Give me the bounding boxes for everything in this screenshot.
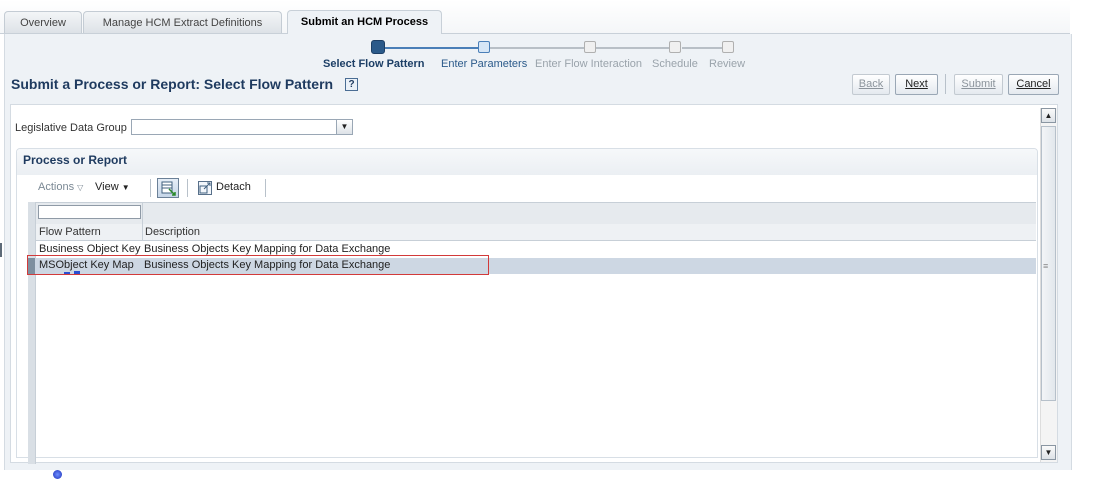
freeze-columns-icon[interactable] xyxy=(157,178,179,198)
view-menu[interactable]: View ▼ xyxy=(95,181,130,193)
section-title: Process or Report xyxy=(23,153,128,167)
train-label-select-flow-pattern[interactable]: Select Flow Pattern xyxy=(323,58,424,70)
description-cell: Business Objects Key Mapping for Data Ex… xyxy=(144,243,391,255)
toolbar-separator xyxy=(187,179,188,197)
tab-overview[interactable]: Overview xyxy=(4,11,82,33)
view-label: View xyxy=(95,181,119,193)
train-stop-select-flow-pattern[interactable] xyxy=(371,40,385,54)
train-label-enter-parameters[interactable]: Enter Parameters xyxy=(441,58,527,70)
train-stop-schedule xyxy=(669,41,681,53)
train-label-enter-flow-interaction: Enter Flow Interaction xyxy=(535,58,642,70)
section-header xyxy=(17,149,1037,175)
train-stop-enter-parameters[interactable] xyxy=(478,41,490,53)
column-header-flow-pattern[interactable]: Flow Pattern xyxy=(39,226,101,238)
detach-icon[interactable] xyxy=(198,181,212,195)
train-stop-enter-flow-interaction xyxy=(584,41,596,53)
actions-label: Actions xyxy=(38,181,75,193)
toolbar-separator xyxy=(265,179,266,197)
train-label-review: Review xyxy=(709,58,746,70)
freeze-glyph-icon xyxy=(161,181,176,196)
tab-manage-hcm-extract-definitions[interactable]: Manage HCM Extract Definitions xyxy=(83,11,282,33)
chevron-down-icon[interactable]: ▼ xyxy=(336,120,352,134)
submit-button[interactable]: Submit xyxy=(954,74,1003,95)
toolbar-separator xyxy=(150,179,151,197)
scroll-down-icon[interactable]: ▼ xyxy=(1041,445,1056,460)
splitter-handle[interactable] xyxy=(0,243,2,257)
tab-submit-hcm-process[interactable]: Submit an HCM Process xyxy=(287,10,442,34)
back-button[interactable]: Back xyxy=(852,74,890,95)
dropdown-arrow-icon: ▽ xyxy=(77,183,84,192)
train-connector xyxy=(490,47,590,49)
column-separator xyxy=(142,202,143,240)
scroll-up-icon[interactable]: ▲ xyxy=(1041,108,1056,123)
status-indicator-icon xyxy=(53,470,62,479)
train-connector xyxy=(596,47,676,49)
detach-glyph-icon xyxy=(199,182,211,194)
detach-button[interactable]: Detach xyxy=(216,181,251,193)
help-icon[interactable]: ? xyxy=(345,78,358,91)
column-header-description[interactable]: Description xyxy=(145,226,200,238)
flow-pattern-filter-input[interactable] xyxy=(38,205,141,219)
cursor-mark xyxy=(64,272,70,274)
legislative-data-group-label: Legislative Data Group xyxy=(15,122,127,134)
dropdown-arrow-icon: ▼ xyxy=(121,183,130,192)
train-label-schedule: Schedule xyxy=(652,58,698,70)
cursor-mark xyxy=(74,271,80,274)
train-connector xyxy=(384,47,484,49)
flow-pattern-cell: Business Object Key Map xyxy=(39,243,142,255)
cancel-button[interactable]: Cancel xyxy=(1008,74,1059,95)
train-stop-review xyxy=(722,41,734,53)
highlight-annotation xyxy=(27,255,489,275)
scrollbar-grip-icon: ≡ xyxy=(1043,261,1049,271)
actions-menu[interactable]: Actions ▽ xyxy=(38,181,83,193)
next-button[interactable]: Next xyxy=(895,74,938,95)
button-separator xyxy=(945,74,946,94)
table-filter-row xyxy=(28,202,1036,225)
page-title: Submit a Process or Report: Select Flow … xyxy=(11,76,334,92)
legislative-data-group-select[interactable]: ▼ xyxy=(131,119,353,135)
